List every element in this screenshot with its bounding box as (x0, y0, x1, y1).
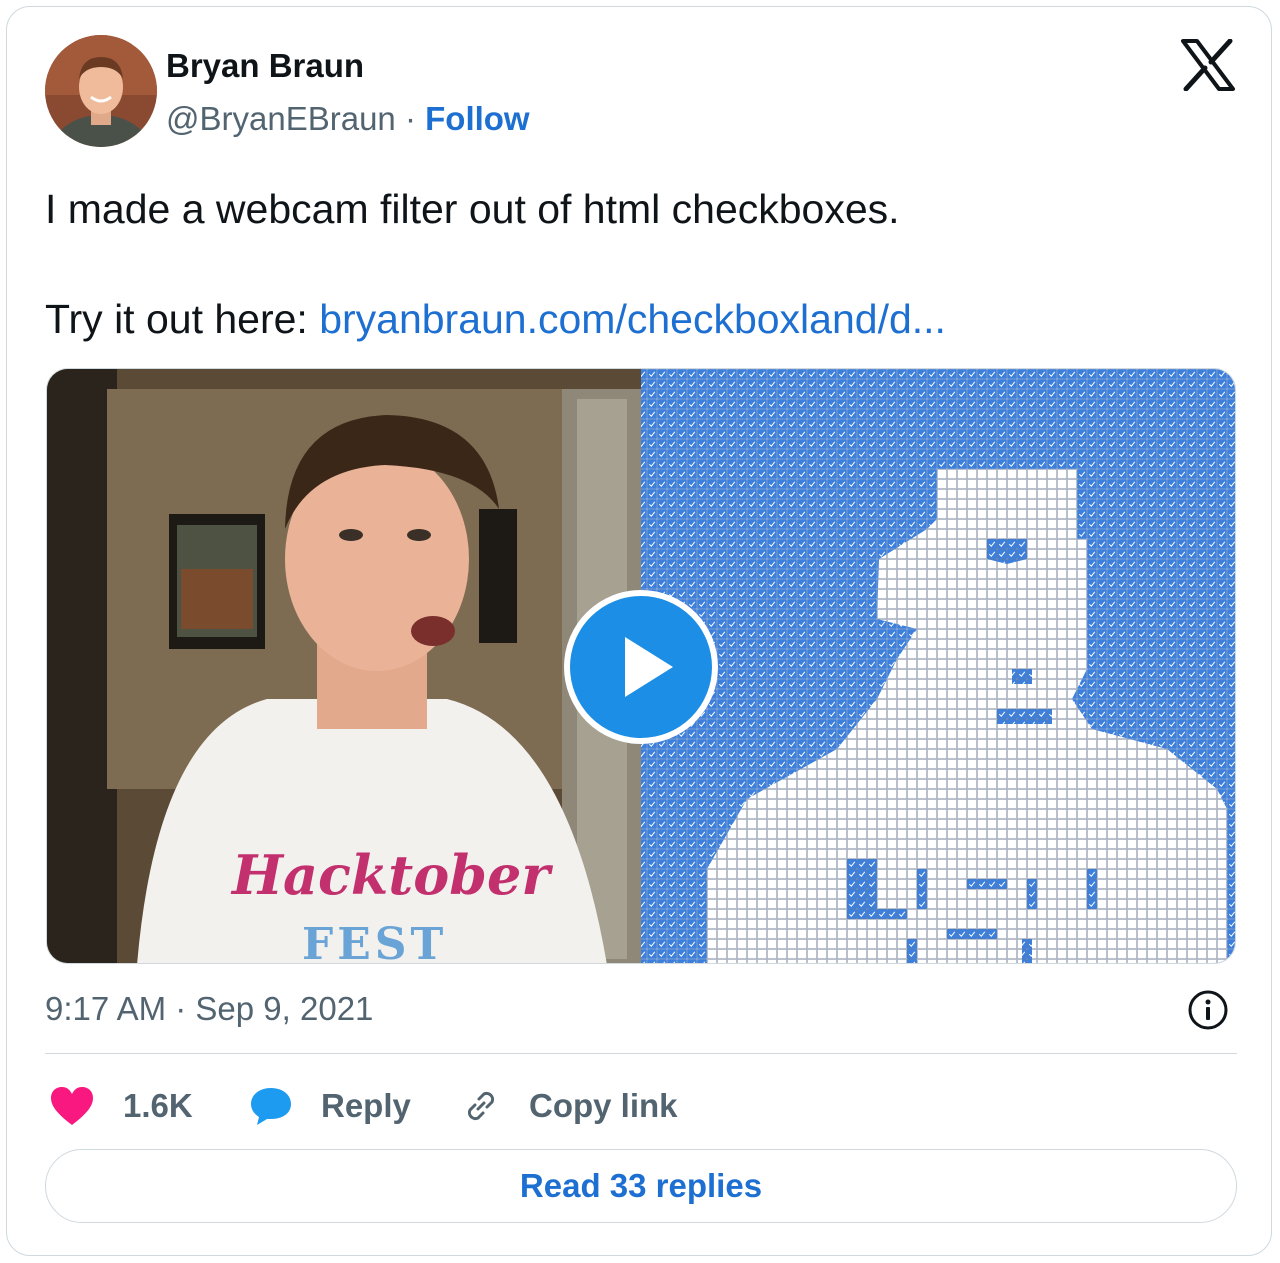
divider (45, 1053, 1237, 1054)
play-button[interactable] (563, 589, 719, 745)
like-button[interactable]: 1.6K (49, 1083, 193, 1129)
avatar[interactable] (45, 35, 157, 147)
tweet-text-line2: Try it out here: bryanbraun.com/checkbox… (45, 292, 946, 347)
separator: · (175, 990, 187, 1027)
speech-bubble-icon (251, 1088, 291, 1125)
heart-icon (51, 1087, 93, 1125)
separator: · (404, 100, 416, 137)
svg-text:Hacktober: Hacktober (230, 843, 553, 907)
reply-button[interactable]: Reply (249, 1083, 411, 1129)
tweet-date: Sep 9, 2021 (195, 990, 374, 1027)
author-handle-line: @BryanEBraun · Follow (166, 100, 530, 138)
read-replies-button[interactable]: Read 33 replies (45, 1149, 1237, 1223)
tweet-text-prefix: Try it out here: (45, 296, 320, 342)
author-name[interactable]: Bryan Braun (166, 47, 364, 85)
tweet-link[interactable]: bryanbraun.com/checkboxland/d... (319, 296, 946, 342)
author-handle[interactable]: @BryanEBraun (166, 100, 396, 137)
timestamp[interactable]: 9:17 AM · Sep 9, 2021 (45, 990, 373, 1028)
play-icon (564, 590, 718, 744)
webcam-photo: Hacktober FEST (47, 369, 641, 964)
reply-label: Reply (321, 1087, 411, 1124)
follow-button[interactable]: Follow (425, 100, 529, 137)
link-icon (467, 1091, 495, 1121)
copy-link-button[interactable]: Copy link (461, 1083, 678, 1129)
svg-text:FEST: FEST (302, 919, 447, 964)
tweet-card: Bryan Braun @BryanEBraun · Follow I made… (6, 6, 1272, 1256)
checkbox-render (641, 369, 1235, 963)
x-logo-icon[interactable] (1180, 38, 1236, 96)
info-icon[interactable] (1187, 989, 1229, 1036)
like-count: 1.6K (123, 1087, 193, 1124)
tweet-text-line1: I made a webcam filter out of html check… (45, 186, 900, 232)
tweet-text: I made a webcam filter out of html check… (45, 182, 946, 347)
tweet-time: 9:17 AM (45, 990, 167, 1027)
copy-link-label: Copy link (529, 1087, 678, 1124)
